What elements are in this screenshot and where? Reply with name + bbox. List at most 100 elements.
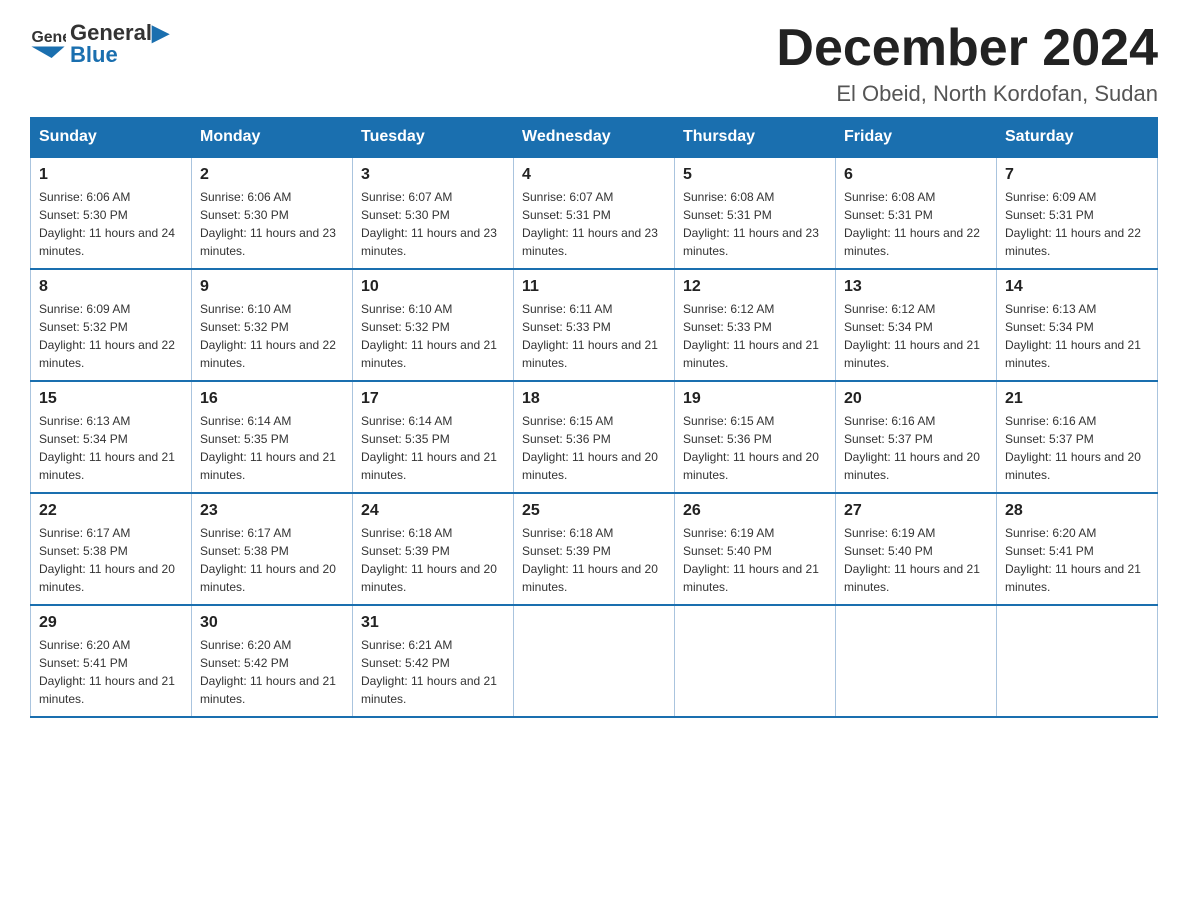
calendar-cell	[997, 605, 1158, 717]
column-header-wednesday: Wednesday	[514, 118, 675, 158]
day-info: Sunrise: 6:16 AM Sunset: 5:37 PM Dayligh…	[1005, 412, 1149, 484]
calendar-cell: 5 Sunrise: 6:08 AM Sunset: 5:31 PM Dayli…	[675, 157, 836, 269]
day-headers-row: SundayMondayTuesdayWednesdayThursdayFrid…	[31, 118, 1158, 158]
day-number: 27	[844, 502, 988, 520]
day-info: Sunrise: 6:19 AM Sunset: 5:40 PM Dayligh…	[844, 524, 988, 596]
week-row-1: 1 Sunrise: 6:06 AM Sunset: 5:30 PM Dayli…	[31, 157, 1158, 269]
title-area: December 2024 El Obeid, North Kordofan, …	[776, 20, 1158, 107]
calendar-cell	[675, 605, 836, 717]
day-info: Sunrise: 6:18 AM Sunset: 5:39 PM Dayligh…	[522, 524, 666, 596]
day-info: Sunrise: 6:15 AM Sunset: 5:36 PM Dayligh…	[683, 412, 827, 484]
day-info: Sunrise: 6:08 AM Sunset: 5:31 PM Dayligh…	[683, 188, 827, 260]
day-info: Sunrise: 6:12 AM Sunset: 5:34 PM Dayligh…	[844, 300, 988, 372]
column-header-monday: Monday	[192, 118, 353, 158]
calendar-cell: 13 Sunrise: 6:12 AM Sunset: 5:34 PM Dayl…	[836, 269, 997, 381]
day-number: 9	[200, 278, 344, 296]
calendar-cell: 10 Sunrise: 6:10 AM Sunset: 5:32 PM Dayl…	[353, 269, 514, 381]
day-info: Sunrise: 6:13 AM Sunset: 5:34 PM Dayligh…	[39, 412, 183, 484]
day-info: Sunrise: 6:08 AM Sunset: 5:31 PM Dayligh…	[844, 188, 988, 260]
calendar-cell: 28 Sunrise: 6:20 AM Sunset: 5:41 PM Dayl…	[997, 493, 1158, 605]
calendar-cell	[514, 605, 675, 717]
day-info: Sunrise: 6:21 AM Sunset: 5:42 PM Dayligh…	[361, 636, 505, 708]
calendar-cell: 22 Sunrise: 6:17 AM Sunset: 5:38 PM Dayl…	[31, 493, 192, 605]
calendar-cell: 6 Sunrise: 6:08 AM Sunset: 5:31 PM Dayli…	[836, 157, 997, 269]
calendar-cell: 29 Sunrise: 6:20 AM Sunset: 5:41 PM Dayl…	[31, 605, 192, 717]
calendar-cell: 19 Sunrise: 6:15 AM Sunset: 5:36 PM Dayl…	[675, 381, 836, 493]
day-info: Sunrise: 6:20 AM Sunset: 5:41 PM Dayligh…	[1005, 524, 1149, 596]
day-number: 7	[1005, 166, 1149, 184]
day-number: 8	[39, 278, 183, 296]
day-number: 11	[522, 278, 666, 296]
calendar-cell: 17 Sunrise: 6:14 AM Sunset: 5:35 PM Dayl…	[353, 381, 514, 493]
calendar-cell: 18 Sunrise: 6:15 AM Sunset: 5:36 PM Dayl…	[514, 381, 675, 493]
calendar-cell: 16 Sunrise: 6:14 AM Sunset: 5:35 PM Dayl…	[192, 381, 353, 493]
calendar-cell: 21 Sunrise: 6:16 AM Sunset: 5:37 PM Dayl…	[997, 381, 1158, 493]
calendar-cell: 31 Sunrise: 6:21 AM Sunset: 5:42 PM Dayl…	[353, 605, 514, 717]
day-info: Sunrise: 6:20 AM Sunset: 5:41 PM Dayligh…	[39, 636, 183, 708]
day-number: 31	[361, 614, 505, 632]
calendar-cell: 1 Sunrise: 6:06 AM Sunset: 5:30 PM Dayli…	[31, 157, 192, 269]
calendar-cell: 8 Sunrise: 6:09 AM Sunset: 5:32 PM Dayli…	[31, 269, 192, 381]
column-header-tuesday: Tuesday	[353, 118, 514, 158]
day-number: 22	[39, 502, 183, 520]
column-header-saturday: Saturday	[997, 118, 1158, 158]
week-row-5: 29 Sunrise: 6:20 AM Sunset: 5:41 PM Dayl…	[31, 605, 1158, 717]
day-info: Sunrise: 6:06 AM Sunset: 5:30 PM Dayligh…	[200, 188, 344, 260]
day-info: Sunrise: 6:09 AM Sunset: 5:31 PM Dayligh…	[1005, 188, 1149, 260]
calendar-cell: 2 Sunrise: 6:06 AM Sunset: 5:30 PM Dayli…	[192, 157, 353, 269]
header: General General▶ Blue December 2024 El O…	[30, 20, 1158, 107]
day-number: 21	[1005, 390, 1149, 408]
calendar-cell: 3 Sunrise: 6:07 AM Sunset: 5:30 PM Dayli…	[353, 157, 514, 269]
calendar-cell: 25 Sunrise: 6:18 AM Sunset: 5:39 PM Dayl…	[514, 493, 675, 605]
day-info: Sunrise: 6:17 AM Sunset: 5:38 PM Dayligh…	[39, 524, 183, 596]
calendar-cell: 11 Sunrise: 6:11 AM Sunset: 5:33 PM Dayl…	[514, 269, 675, 381]
day-info: Sunrise: 6:20 AM Sunset: 5:42 PM Dayligh…	[200, 636, 344, 708]
calendar-cell: 30 Sunrise: 6:20 AM Sunset: 5:42 PM Dayl…	[192, 605, 353, 717]
calendar-cell: 26 Sunrise: 6:19 AM Sunset: 5:40 PM Dayl…	[675, 493, 836, 605]
calendar-cell: 15 Sunrise: 6:13 AM Sunset: 5:34 PM Dayl…	[31, 381, 192, 493]
day-number: 6	[844, 166, 988, 184]
location-subtitle: El Obeid, North Kordofan, Sudan	[776, 81, 1158, 107]
day-number: 30	[200, 614, 344, 632]
day-info: Sunrise: 6:07 AM Sunset: 5:31 PM Dayligh…	[522, 188, 666, 260]
day-info: Sunrise: 6:15 AM Sunset: 5:36 PM Dayligh…	[522, 412, 666, 484]
day-info: Sunrise: 6:18 AM Sunset: 5:39 PM Dayligh…	[361, 524, 505, 596]
svg-text:General: General	[31, 29, 66, 46]
column-header-friday: Friday	[836, 118, 997, 158]
day-info: Sunrise: 6:10 AM Sunset: 5:32 PM Dayligh…	[200, 300, 344, 372]
day-number: 17	[361, 390, 505, 408]
logo: General General▶ Blue	[30, 20, 169, 68]
day-info: Sunrise: 6:19 AM Sunset: 5:40 PM Dayligh…	[683, 524, 827, 596]
day-number: 14	[1005, 278, 1149, 296]
day-number: 29	[39, 614, 183, 632]
day-number: 26	[683, 502, 827, 520]
week-row-3: 15 Sunrise: 6:13 AM Sunset: 5:34 PM Dayl…	[31, 381, 1158, 493]
calendar-cell: 4 Sunrise: 6:07 AM Sunset: 5:31 PM Dayli…	[514, 157, 675, 269]
day-info: Sunrise: 6:13 AM Sunset: 5:34 PM Dayligh…	[1005, 300, 1149, 372]
column-header-sunday: Sunday	[31, 118, 192, 158]
day-number: 23	[200, 502, 344, 520]
day-number: 16	[200, 390, 344, 408]
day-number: 25	[522, 502, 666, 520]
calendar-cell: 24 Sunrise: 6:18 AM Sunset: 5:39 PM Dayl…	[353, 493, 514, 605]
day-number: 13	[844, 278, 988, 296]
day-info: Sunrise: 6:07 AM Sunset: 5:30 PM Dayligh…	[361, 188, 505, 260]
calendar-cell: 20 Sunrise: 6:16 AM Sunset: 5:37 PM Dayl…	[836, 381, 997, 493]
day-info: Sunrise: 6:12 AM Sunset: 5:33 PM Dayligh…	[683, 300, 827, 372]
week-row-4: 22 Sunrise: 6:17 AM Sunset: 5:38 PM Dayl…	[31, 493, 1158, 605]
day-number: 20	[844, 390, 988, 408]
day-number: 15	[39, 390, 183, 408]
day-number: 28	[1005, 502, 1149, 520]
calendar-table: SundayMondayTuesdayWednesdayThursdayFrid…	[30, 117, 1158, 718]
week-row-2: 8 Sunrise: 6:09 AM Sunset: 5:32 PM Dayli…	[31, 269, 1158, 381]
day-number: 24	[361, 502, 505, 520]
day-info: Sunrise: 6:16 AM Sunset: 5:37 PM Dayligh…	[844, 412, 988, 484]
day-info: Sunrise: 6:14 AM Sunset: 5:35 PM Dayligh…	[361, 412, 505, 484]
day-number: 5	[683, 166, 827, 184]
day-number: 3	[361, 166, 505, 184]
calendar-cell: 14 Sunrise: 6:13 AM Sunset: 5:34 PM Dayl…	[997, 269, 1158, 381]
calendar-cell: 7 Sunrise: 6:09 AM Sunset: 5:31 PM Dayli…	[997, 157, 1158, 269]
calendar-cell: 9 Sunrise: 6:10 AM Sunset: 5:32 PM Dayli…	[192, 269, 353, 381]
calendar-cell: 27 Sunrise: 6:19 AM Sunset: 5:40 PM Dayl…	[836, 493, 997, 605]
day-number: 2	[200, 166, 344, 184]
